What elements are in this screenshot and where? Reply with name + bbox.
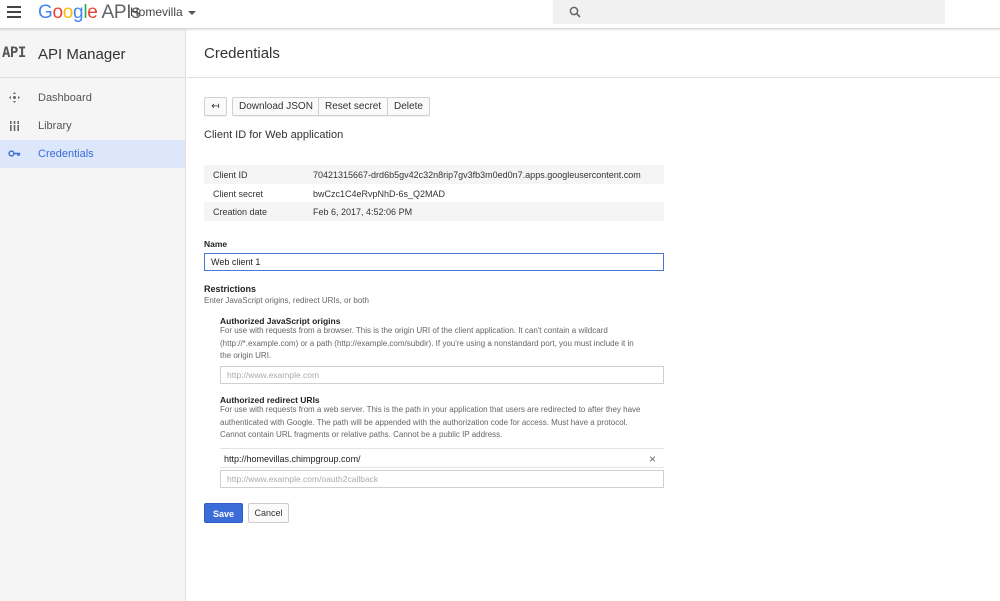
sidebar-item-dashboard[interactable]: Dashboard (0, 84, 185, 112)
main-content: Credentials ↤ Download JSON Reset secret… (187, 29, 1000, 601)
sidebar-item-credentials[interactable]: Credentials (0, 140, 185, 168)
project-name: Homevilla (130, 5, 183, 19)
redirect-uris-help: For use with requests from a web server.… (220, 405, 641, 439)
client-secret-label: Client secret (213, 188, 264, 199)
creation-date-label: Creation date (213, 207, 268, 217)
js-origins-help: For use with requests from a browser. Th… (220, 326, 634, 360)
api-badge: API (2, 45, 26, 61)
sidebar-item-library[interactable]: Library (0, 112, 185, 140)
top-bar: Google APIs Homevilla (0, 0, 1000, 29)
project-selector[interactable]: Homevilla (130, 5, 196, 19)
delete-button[interactable]: Delete (387, 97, 430, 116)
back-button[interactable]: ↤ (204, 97, 227, 116)
library-icon (10, 121, 19, 131)
reset-secret-button[interactable]: Reset secret (318, 97, 389, 116)
back-arrow-icon: ↤ (211, 101, 220, 112)
page-header: Credentials (187, 29, 1000, 78)
client-info-table: Client ID 70421315667-drd6b5gv42c32n8rip… (204, 165, 664, 221)
menu-icon[interactable] (7, 6, 21, 18)
client-secret-value: bwCzc1C4eRvpNhD-6s_Q2MAD (313, 188, 446, 199)
restrictions-title: Restrictions (204, 284, 257, 294)
sidebar-item-label: Dashboard (38, 92, 92, 104)
search-input[interactable] (553, 0, 945, 24)
download-json-button[interactable]: Download JSON (232, 97, 320, 116)
sidebar-item-label: Library (38, 120, 72, 132)
caret-down-icon (187, 10, 196, 15)
restrictions-help: Enter JavaScript origins, redirect URIs,… (204, 296, 369, 305)
google-apis-logo[interactable]: Google APIs (38, 2, 141, 24)
search-icon (569, 6, 581, 18)
creation-date-row: Creation date Feb 6, 2017, 4:52:06 PM (204, 202, 664, 221)
sidebar-header: API API Manager (0, 29, 185, 78)
client-id-row: Client ID 70421315667-drd6b5gv42c32n8rip… (204, 165, 664, 184)
dashboard-icon (9, 92, 20, 103)
client-type-subtitle: Client ID for Web application (204, 129, 344, 141)
js-origin-input[interactable]: http://www.example.com (220, 366, 664, 384)
creation-date-value: Feb 6, 2017, 4:52:06 PM (313, 207, 413, 217)
cancel-button[interactable]: Cancel (248, 503, 289, 523)
client-id-value: 70421315667-drd6b5gv42c32n8rip7gv3fb3m0e… (313, 170, 641, 180)
sidebar-title: API Manager (38, 46, 126, 63)
redirect-uri-input[interactable]: http://www.example.com/oauth2callback (220, 470, 664, 488)
client-id-label: Client ID (213, 170, 248, 180)
client-secret-row: Client secret bwCzc1C4eRvpNhD-6s_Q2MAD (204, 184, 664, 203)
sidebar: API API Manager Dashboard Library Creden… (0, 29, 186, 601)
key-icon (8, 150, 21, 157)
redirect-uri-text: http://homevillas.chimpgroup.com/ (224, 454, 361, 464)
name-input[interactable]: Web client 1 (204, 253, 664, 271)
remove-uri-icon[interactable]: × (649, 452, 656, 466)
redirect-uri-item: http://homevillas.chimpgroup.com/ × (220, 448, 664, 468)
name-label: Name (204, 239, 228, 249)
save-button[interactable]: Save (204, 503, 243, 523)
page-title: Credentials (204, 45, 280, 62)
sidebar-item-label: Credentials (38, 148, 94, 160)
